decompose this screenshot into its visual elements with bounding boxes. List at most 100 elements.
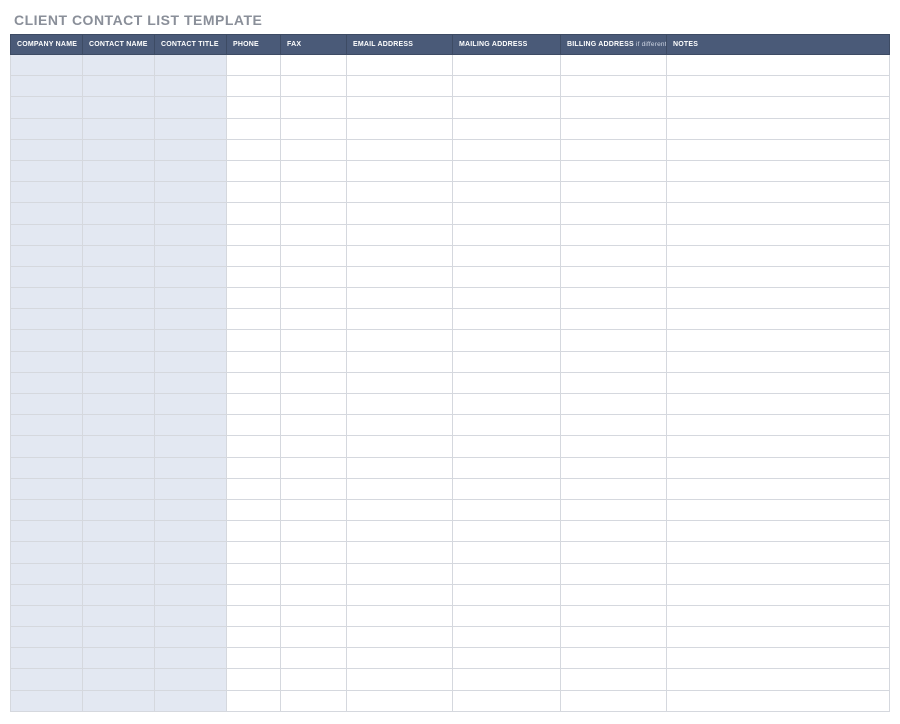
table-cell[interactable] [667,669,890,690]
table-cell[interactable] [453,372,561,393]
table-cell[interactable] [227,542,281,563]
table-cell[interactable] [347,478,453,499]
table-cell[interactable] [83,690,155,711]
table-cell[interactable] [227,351,281,372]
table-cell[interactable] [227,415,281,436]
table-cell[interactable] [347,97,453,118]
table-cell[interactable] [11,478,83,499]
table-cell[interactable] [453,648,561,669]
table-cell[interactable] [11,139,83,160]
table-cell[interactable] [667,542,890,563]
table-cell[interactable] [11,118,83,139]
table-cell[interactable] [667,436,890,457]
table-cell[interactable] [453,203,561,224]
table-cell[interactable] [561,584,667,605]
table-cell[interactable] [83,521,155,542]
table-cell[interactable] [155,288,227,309]
table-cell[interactable] [347,55,453,76]
table-cell[interactable] [83,139,155,160]
table-cell[interactable] [155,627,227,648]
table-cell[interactable] [561,203,667,224]
table-cell[interactable] [561,415,667,436]
table-cell[interactable] [11,224,83,245]
table-cell[interactable] [347,669,453,690]
table-cell[interactable] [155,563,227,584]
table-cell[interactable] [11,203,83,224]
table-cell[interactable] [667,97,890,118]
table-cell[interactable] [281,224,347,245]
table-cell[interactable] [281,627,347,648]
table-cell[interactable] [453,542,561,563]
table-cell[interactable] [11,55,83,76]
table-cell[interactable] [561,351,667,372]
table-cell[interactable] [227,118,281,139]
table-cell[interactable] [227,372,281,393]
table-cell[interactable] [227,97,281,118]
table-cell[interactable] [561,394,667,415]
table-cell[interactable] [453,499,561,520]
table-cell[interactable] [667,266,890,287]
table-cell[interactable] [11,394,83,415]
table-cell[interactable] [281,669,347,690]
table-cell[interactable] [155,436,227,457]
table-cell[interactable] [281,478,347,499]
table-cell[interactable] [667,203,890,224]
table-cell[interactable] [281,542,347,563]
table-cell[interactable] [227,55,281,76]
table-cell[interactable] [83,97,155,118]
table-cell[interactable] [155,584,227,605]
table-cell[interactable] [11,372,83,393]
table-cell[interactable] [155,139,227,160]
table-cell[interactable] [11,266,83,287]
table-cell[interactable] [155,182,227,203]
table-cell[interactable] [667,394,890,415]
table-cell[interactable] [281,436,347,457]
table-cell[interactable] [83,436,155,457]
table-cell[interactable] [561,160,667,181]
table-cell[interactable] [453,605,561,626]
table-cell[interactable] [667,690,890,711]
table-cell[interactable] [561,118,667,139]
table-cell[interactable] [561,499,667,520]
table-cell[interactable] [83,605,155,626]
table-cell[interactable] [155,648,227,669]
table-cell[interactable] [155,160,227,181]
table-cell[interactable] [453,415,561,436]
table-cell[interactable] [667,584,890,605]
table-cell[interactable] [453,97,561,118]
table-cell[interactable] [11,160,83,181]
table-cell[interactable] [281,394,347,415]
table-cell[interactable] [227,309,281,330]
table-cell[interactable] [347,690,453,711]
table-cell[interactable] [453,76,561,97]
table-cell[interactable] [561,605,667,626]
table-cell[interactable] [347,118,453,139]
table-cell[interactable] [561,97,667,118]
table-cell[interactable] [347,627,453,648]
table-cell[interactable] [11,97,83,118]
table-cell[interactable] [281,118,347,139]
table-cell[interactable] [83,542,155,563]
table-cell[interactable] [667,563,890,584]
table-cell[interactable] [11,563,83,584]
table-cell[interactable] [453,288,561,309]
table-cell[interactable] [561,457,667,478]
table-cell[interactable] [453,351,561,372]
table-cell[interactable] [11,288,83,309]
table-cell[interactable] [347,394,453,415]
table-cell[interactable] [453,245,561,266]
table-cell[interactable] [453,436,561,457]
table-cell[interactable] [667,648,890,669]
table-cell[interactable] [83,351,155,372]
table-cell[interactable] [83,203,155,224]
table-cell[interactable] [227,182,281,203]
table-cell[interactable] [155,605,227,626]
table-cell[interactable] [227,648,281,669]
table-cell[interactable] [11,436,83,457]
table-cell[interactable] [453,457,561,478]
table-cell[interactable] [453,224,561,245]
table-cell[interactable] [11,309,83,330]
table-cell[interactable] [155,394,227,415]
table-cell[interactable] [347,160,453,181]
table-cell[interactable] [281,139,347,160]
